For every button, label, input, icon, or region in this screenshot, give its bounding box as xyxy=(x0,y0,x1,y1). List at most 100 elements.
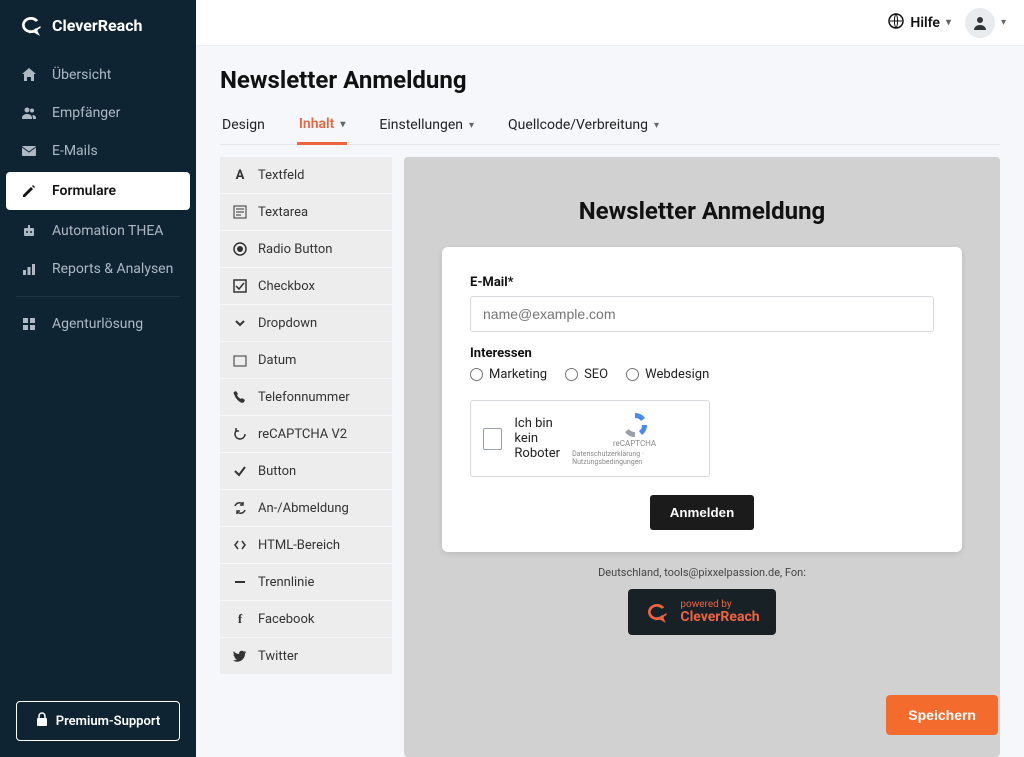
radio-icon xyxy=(232,241,248,257)
user-menu[interactable]: ▾ xyxy=(965,8,1006,38)
brand-icon xyxy=(18,14,44,36)
element-twitter[interactable]: Twitter xyxy=(220,638,392,674)
element-radio[interactable]: Radio Button xyxy=(220,231,392,267)
element-label: Textfeld xyxy=(258,168,304,183)
element-label: Telefonnummer xyxy=(258,390,350,405)
sidebar-item-label: Formulare xyxy=(52,183,116,199)
element-phone[interactable]: Telefonnummer xyxy=(220,379,392,415)
tab-design[interactable]: Design xyxy=(220,110,267,144)
element-label: Trennlinie xyxy=(258,575,314,590)
sidebar-item-agency[interactable]: Agenturlösung xyxy=(0,305,196,343)
email-input[interactable] xyxy=(470,296,934,332)
element-date[interactable]: Datum xyxy=(220,342,392,378)
recaptcha-icon xyxy=(619,411,651,439)
topbar: Hilfe ▾ ▾ xyxy=(196,0,1024,46)
form-card: E-Mail* Interessen Marketing SEO Webdesi… xyxy=(442,247,962,552)
element-textarea[interactable]: Textarea xyxy=(220,194,392,230)
element-facebook[interactable]: fFacebook xyxy=(220,601,392,637)
tab-source[interactable]: Quellcode/Verbreitung ▾ xyxy=(506,110,661,144)
chart-icon xyxy=(20,261,38,277)
sidebar-item-forms[interactable]: Formulare xyxy=(6,172,190,210)
element-subscribe[interactable]: An-/Abmeldung xyxy=(220,490,392,526)
save-button[interactable]: Speichern xyxy=(886,695,998,735)
code-icon xyxy=(232,537,248,553)
preview-heading: Newsletter Anmeldung xyxy=(579,197,826,225)
form-preview-canvas: Newsletter Anmeldung E-Mail* Interessen … xyxy=(404,157,1000,757)
element-label: Facebook xyxy=(258,612,314,627)
element-dropdown[interactable]: Dropdown xyxy=(220,305,392,341)
recaptcha-widget[interactable]: Ich bin kein Roboter reCAPTCHA Datenschu… xyxy=(470,400,710,477)
brand-logo[interactable]: CleverReach xyxy=(0,0,196,50)
powered-by-badge[interactable]: powered by CleverReach xyxy=(628,589,775,635)
recaptcha-label: Ich bin kein Roboter xyxy=(514,416,560,461)
chevron-down-icon xyxy=(232,315,248,331)
element-checkbox[interactable]: Checkbox xyxy=(220,268,392,304)
users-icon xyxy=(20,105,38,121)
element-divider[interactable]: Trennlinie xyxy=(220,564,392,600)
radio-input[interactable] xyxy=(626,368,639,381)
sidebar-item-label: Reports & Analysen xyxy=(52,261,173,277)
sidebar-divider xyxy=(16,296,180,297)
tab-content[interactable]: Inhalt ▾ xyxy=(297,110,348,145)
element-label: Twitter xyxy=(258,649,298,664)
interest-option-seo[interactable]: SEO xyxy=(565,367,608,382)
help-label: Hilfe xyxy=(910,15,940,31)
sidebar-item-emails[interactable]: E-Mails xyxy=(0,132,196,170)
grid-icon xyxy=(20,316,38,332)
sidebar-item-overview[interactable]: Übersicht xyxy=(0,56,196,94)
form-footer-text: Deutschland, tools@pixxelpassion.de, Fon… xyxy=(598,566,806,579)
chevron-down-icon: ▾ xyxy=(946,17,951,28)
checkbox-icon xyxy=(232,278,248,294)
element-label: HTML-Bereich xyxy=(258,538,340,553)
chevron-down-icon: ▾ xyxy=(340,119,345,130)
radio-input[interactable] xyxy=(470,368,483,381)
email-label: E-Mail* xyxy=(470,275,934,290)
element-label: Button xyxy=(258,464,296,479)
help-button[interactable]: Hilfe ▾ xyxy=(888,13,951,33)
brand-name: CleverReach xyxy=(52,16,143,35)
element-label: Dropdown xyxy=(258,316,317,331)
element-label: An-/Abmeldung xyxy=(258,501,349,516)
tab-label: Inhalt xyxy=(299,116,335,132)
interest-label: Webdesign xyxy=(645,367,709,382)
tab-label: Quellcode/Verbreitung xyxy=(508,117,648,133)
phone-icon xyxy=(232,389,248,405)
tab-settings[interactable]: Einstellungen▾ xyxy=(377,110,476,144)
interest-label: SEO xyxy=(584,367,608,382)
element-button[interactable]: Button xyxy=(220,453,392,489)
sidebar-item-label: Empfänger xyxy=(52,105,120,121)
interest-option-marketing[interactable]: Marketing xyxy=(470,367,547,382)
interest-option-webdesign[interactable]: Webdesign xyxy=(626,367,709,382)
sidebar-item-label: Agenturlösung xyxy=(52,316,143,332)
premium-support-button[interactable]: Premium-Support xyxy=(16,701,180,741)
element-recaptcha[interactable]: reCAPTCHA V2 xyxy=(220,416,392,452)
textarea-icon xyxy=(232,204,248,220)
radio-input[interactable] xyxy=(565,368,578,381)
sync-icon xyxy=(232,500,248,516)
recaptcha-terms: Datenschutzerklärung · Nutzungsbedingung… xyxy=(572,450,697,466)
sidebar-item-reports[interactable]: Reports & Analysen xyxy=(0,250,196,288)
minus-icon xyxy=(232,574,248,590)
element-label: Textarea xyxy=(258,205,308,220)
lock-icon xyxy=(36,712,48,730)
tabs: Design Inhalt ▾ Einstellungen▾ Quellcode/… xyxy=(220,110,1000,145)
sidebar-item-recipients[interactable]: Empfänger xyxy=(0,94,196,132)
recaptcha-checkbox[interactable] xyxy=(483,428,502,450)
sidebar-item-automation[interactable]: Automation THEA xyxy=(0,212,196,250)
refresh-icon xyxy=(232,426,248,442)
premium-support-label: Premium-Support xyxy=(56,714,160,729)
sidebar-item-label: Übersicht xyxy=(52,67,111,83)
user-avatar xyxy=(965,8,995,38)
element-label: Checkbox xyxy=(258,279,315,294)
chevron-down-icon: ▾ xyxy=(469,120,474,131)
element-label: Datum xyxy=(258,353,296,368)
element-html[interactable]: HTML-Bereich xyxy=(220,527,392,563)
edit-icon xyxy=(20,183,38,199)
element-label: Radio Button xyxy=(258,242,332,257)
element-textfield[interactable]: ATextfeld xyxy=(220,157,392,193)
tab-label: Design xyxy=(222,117,265,133)
chevron-down-icon: ▾ xyxy=(654,120,659,131)
robot-icon xyxy=(20,223,38,239)
elements-panel: ATextfeld Textarea Radio Button Checkbox… xyxy=(220,157,392,757)
form-submit-button[interactable]: Anmelden xyxy=(650,495,754,530)
